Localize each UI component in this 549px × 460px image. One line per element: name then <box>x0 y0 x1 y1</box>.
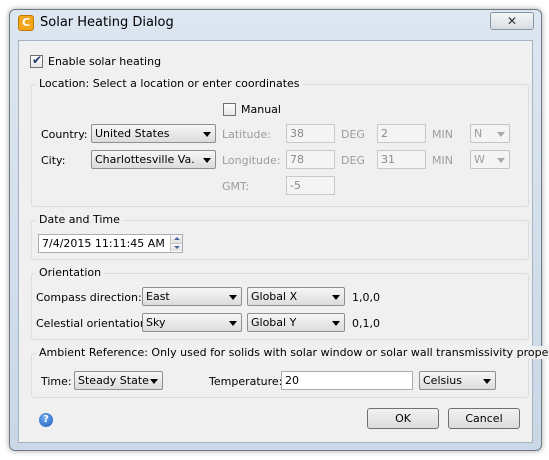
manual-checkbox[interactable] <box>223 103 236 116</box>
date-time-spinner[interactable] <box>170 235 182 252</box>
longitude-deg-unit: DEG <box>341 154 365 167</box>
country-value: United States <box>95 127 170 140</box>
celestial-axis-value: Global Y <box>251 316 297 329</box>
spin-down-icon[interactable] <box>171 243 182 251</box>
chevron-down-icon <box>150 379 158 384</box>
solar-heating-dialog: C Solar Heating Dialog ✕ ✔ Enable solar … <box>9 9 549 451</box>
date-time-input[interactable]: 7/4/2015 11:11:45 AM <box>38 234 183 253</box>
celestial-orientation-value: Sky <box>146 316 166 329</box>
compass-direction-value: East <box>146 290 170 303</box>
city-value: Charlottesville Va. <box>95 153 195 166</box>
longitude-label: Longitude: <box>222 154 281 167</box>
latitude-min-unit: MIN <box>432 128 453 141</box>
gmt-label: GMT: <box>222 180 250 193</box>
longitude-deg-input[interactable]: 78 <box>286 150 335 169</box>
cancel-button[interactable]: Cancel <box>448 408 520 429</box>
latitude-direction-select[interactable]: N <box>470 124 510 143</box>
celestial-vector: 0,1,0 <box>352 317 380 330</box>
time-select[interactable]: Steady State <box>74 371 163 390</box>
ok-button[interactable]: OK <box>367 408 439 429</box>
chevron-down-icon <box>229 321 237 326</box>
help-icon[interactable]: ? <box>39 413 53 427</box>
chevron-down-icon <box>483 379 491 384</box>
celestial-orientation-select[interactable]: Sky <box>142 313 242 332</box>
temperature-unit-value: Celsius <box>423 374 462 387</box>
time-value: Steady State <box>78 374 149 387</box>
compass-direction-select[interactable]: East <box>142 287 242 306</box>
compass-direction-label: Compass direction: <box>36 291 142 304</box>
manual-label: Manual <box>241 103 281 116</box>
latitude-deg-input[interactable]: 38 <box>286 124 335 143</box>
date-time-value: 7/4/2015 11:11:45 AM <box>42 237 165 250</box>
dialog-body: ✔ Enable solar heating Location: Select … <box>18 40 549 443</box>
temperature-input[interactable]: 20 <box>281 371 413 390</box>
chevron-down-icon <box>497 132 505 137</box>
enable-solar-heating-checkbox[interactable]: ✔ <box>30 53 43 68</box>
window-title: Solar Heating Dialog <box>40 15 174 30</box>
spin-up-icon[interactable] <box>171 235 182 243</box>
celestial-orientation-label: Celestial orientation: <box>36 317 151 330</box>
latitude-min-input[interactable]: 2 <box>377 124 426 143</box>
compass-axis-value: Global X <box>251 290 298 303</box>
chevron-down-icon <box>332 295 340 300</box>
longitude-min-input[interactable]: 31 <box>377 150 426 169</box>
orientation-legend: Orientation <box>36 266 105 279</box>
country-select[interactable]: United States <box>91 124 216 143</box>
gmt-input[interactable]: -5 <box>286 176 335 195</box>
chevron-down-icon <box>497 158 505 163</box>
title-bar[interactable]: C Solar Heating Dialog ✕ <box>10 10 541 36</box>
location-legend: Location: Select a location or enter coo… <box>36 77 303 90</box>
longitude-direction-select[interactable]: W <box>470 150 510 169</box>
app-icon: C <box>18 15 34 31</box>
compass-axis-select[interactable]: Global X <box>247 287 345 306</box>
latitude-label: Latitude: <box>222 128 271 141</box>
city-select[interactable]: Charlottesville Va. <box>91 150 216 169</box>
latitude-deg-unit: DEG <box>341 128 365 141</box>
city-label: City: <box>41 154 66 167</box>
celestial-axis-select[interactable]: Global Y <box>247 313 345 332</box>
country-label: Country: <box>41 128 88 141</box>
latitude-direction-value: N <box>474 127 483 140</box>
chevron-down-icon <box>332 321 340 326</box>
chevron-down-icon <box>229 295 237 300</box>
date-time-legend: Date and Time <box>36 213 123 226</box>
close-button[interactable]: ✕ <box>490 12 534 30</box>
chevron-down-icon <box>203 132 211 137</box>
longitude-direction-value: W <box>474 153 485 166</box>
checkmark-icon: ✔ <box>32 53 43 67</box>
longitude-min-unit: MIN <box>432 154 453 167</box>
time-label: Time: <box>41 375 72 388</box>
compass-vector: 1,0,0 <box>352 291 380 304</box>
temperature-label: Temperature: <box>209 375 283 388</box>
temperature-unit-select[interactable]: Celsius <box>419 371 496 390</box>
ambient-reference-legend: Ambient Reference: Only used for solids … <box>36 346 549 359</box>
enable-solar-heating-label: Enable solar heating <box>48 55 162 68</box>
chevron-down-icon <box>203 158 211 163</box>
